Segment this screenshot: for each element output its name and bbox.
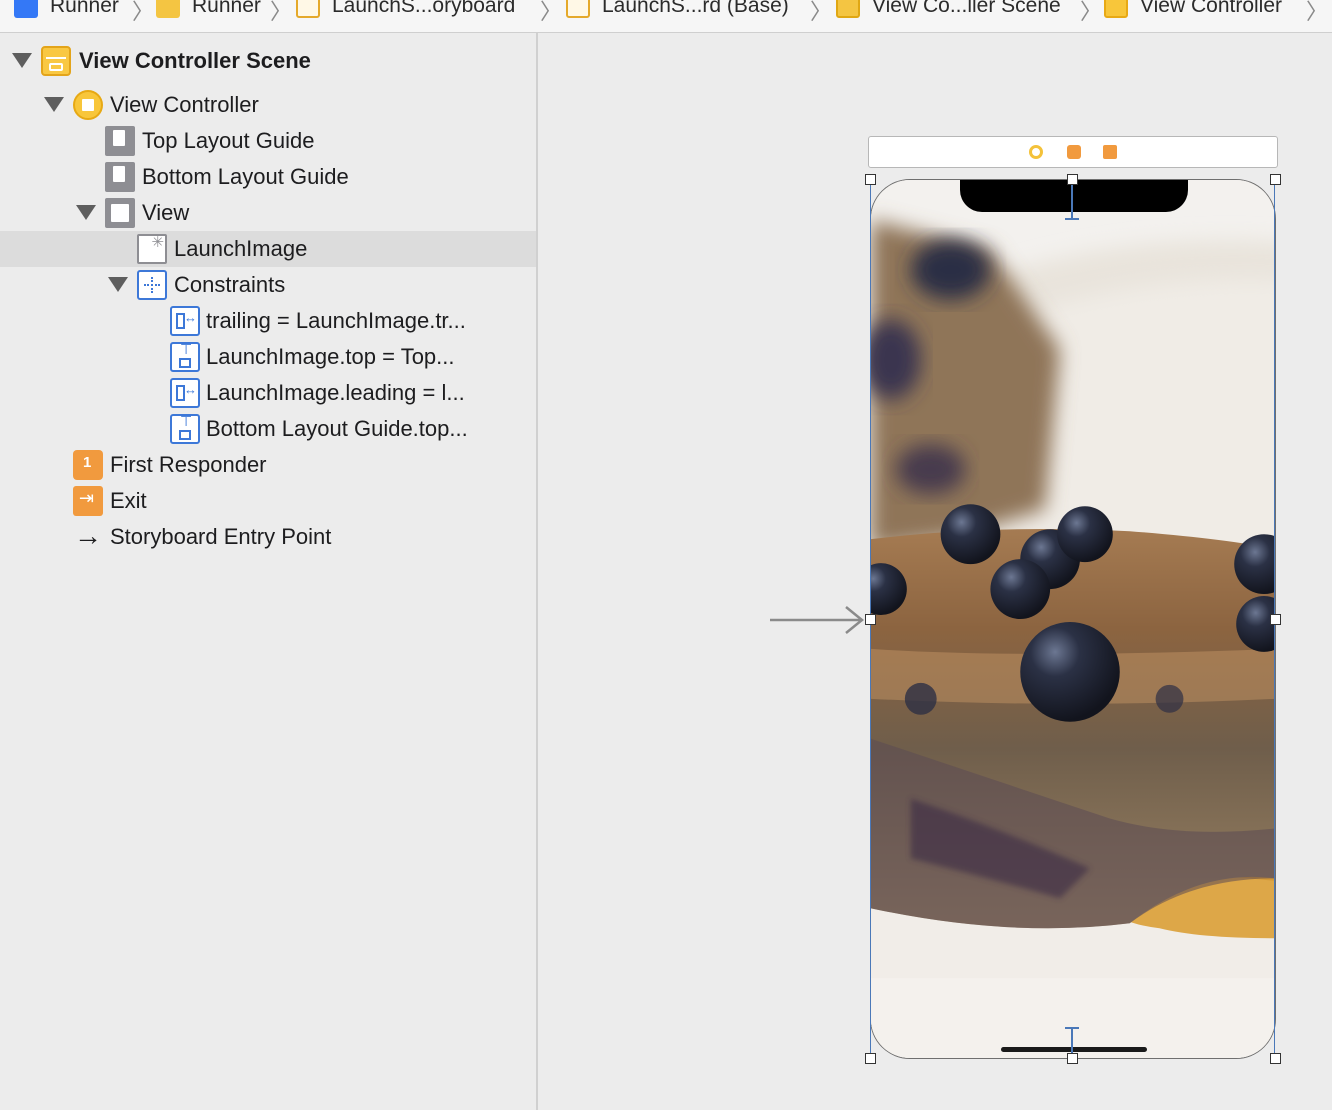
outline-item-constraint-leading[interactable]: LaunchImage.leading = l...: [0, 375, 536, 411]
layout-guide-icon: [105, 162, 135, 192]
top-constraint-cap: [1065, 218, 1079, 220]
outline-item-label: LaunchImage.leading = l...: [206, 380, 465, 405]
chevron-right-icon: 〉: [1080, 0, 1103, 24]
outline-item-label: View: [142, 200, 190, 225]
disclosure-triangle-icon[interactable]: [108, 277, 128, 292]
top-constraint-line[interactable]: [1071, 179, 1073, 219]
scene-icon: [836, 0, 860, 18]
storyboard-file-icon: [296, 0, 320, 18]
outline-item-top-layout-guide[interactable]: Top Layout Guide: [0, 123, 536, 159]
crumb-label: View Co...ller Scene: [872, 0, 1061, 17]
view-controller-icon: [73, 90, 103, 120]
jump-bar: Runner 〉 Runner 〉 LaunchS...oryboard 〉 L…: [0, 0, 1332, 33]
crumb-launchscreen-storyboard[interactable]: LaunchS...oryboard: [296, 0, 515, 22]
outline-item-view-controller-scene[interactable]: View Controller Scene: [0, 43, 536, 79]
view-controller-icon[interactable]: [1029, 145, 1043, 159]
outline-item-view-controller[interactable]: View Controller: [0, 87, 536, 123]
arrow-right-icon: →: [74, 520, 102, 551]
first-responder-icon: [73, 450, 103, 480]
launch-image[interactable]: [871, 180, 1275, 1058]
resize-handle-bottom[interactable]: [1067, 1053, 1078, 1064]
resize-handle-bottom-left[interactable]: [865, 1053, 876, 1064]
outline-item-label: View Controller Scene: [79, 48, 311, 73]
outline-item-label: LaunchImage: [174, 236, 308, 261]
outline-item-constraints[interactable]: Constraints: [0, 267, 536, 303]
outline-item-label: First Responder: [110, 452, 267, 477]
outline-item-bottom-layout-guide[interactable]: Bottom Layout Guide: [0, 159, 536, 195]
crumb-runner-project[interactable]: Runner: [14, 0, 119, 22]
storyboard-entry-arrow[interactable]: [770, 603, 865, 637]
outline-item-label: trailing = LaunchImage.tr...: [206, 308, 466, 333]
outline-item-label: Bottom Layout Guide.top...: [206, 416, 468, 441]
view-icon: [105, 198, 135, 228]
outline-item-label: Storyboard Entry Point: [110, 524, 332, 549]
chevron-right-icon: 〉: [132, 0, 155, 24]
crumb-label: LaunchS...oryboard: [332, 0, 516, 17]
chevron-right-icon: 〉: [270, 0, 293, 24]
outline-item-view[interactable]: View: [0, 195, 536, 231]
disclosure-triangle-icon[interactable]: [76, 205, 96, 220]
crumb-view-controller-scene[interactable]: View Co...ller Scene: [836, 0, 1061, 22]
chevron-right-icon: 〉: [1306, 0, 1329, 24]
view-controller-icon: [1104, 0, 1128, 18]
chevron-right-icon: 〉: [540, 0, 563, 24]
horizontal-constraint-icon: [170, 306, 200, 336]
resize-handle-left[interactable]: [865, 614, 876, 625]
horizontal-constraint-icon: [170, 378, 200, 408]
bottom-constraint-cap: [1065, 1027, 1079, 1029]
scene-icon: [41, 46, 71, 76]
outline-item-storyboard-entry-point[interactable]: → Storyboard Entry Point: [0, 519, 536, 555]
folder-icon: [156, 0, 180, 18]
disclosure-triangle-icon[interactable]: [12, 53, 32, 68]
vertical-constraint-icon: [170, 341, 200, 372]
exit-icon: [73, 486, 103, 516]
resize-handle-top-right[interactable]: [1270, 174, 1281, 185]
launch-screen-device[interactable]: [870, 179, 1276, 1059]
outline-item-first-responder[interactable]: First Responder: [0, 447, 536, 483]
crumb-label: Runner: [50, 0, 119, 17]
disclosure-triangle-icon[interactable]: [44, 97, 64, 112]
resize-handle-top[interactable]: [1067, 174, 1078, 185]
crumb-view-controller[interactable]: View Controller: [1104, 0, 1282, 22]
crumb-launchscreen-base[interactable]: LaunchS...rd (Base): [566, 0, 789, 22]
exit-icon[interactable]: [1103, 145, 1117, 159]
home-indicator: [1001, 1047, 1147, 1052]
resize-handle-bottom-right[interactable]: [1270, 1053, 1281, 1064]
outline-item-constraint-top[interactable]: LaunchImage.top = Top...: [0, 339, 536, 375]
outline-item-label: Bottom Layout Guide: [142, 164, 349, 189]
resize-handle-top-left[interactable]: [865, 174, 876, 185]
constraints-icon: [137, 270, 167, 300]
outline-item-label: Top Layout Guide: [142, 128, 315, 153]
image-view-icon: [137, 233, 167, 264]
crumb-label: Runner: [192, 0, 261, 17]
outline-item-label: Exit: [110, 488, 147, 513]
outline-item-label: LaunchImage.top = Top...: [206, 344, 455, 369]
outline-item-constraint-trailing[interactable]: trailing = LaunchImage.tr...: [0, 303, 536, 339]
first-responder-icon[interactable]: [1067, 145, 1081, 159]
crumb-runner-folder[interactable]: Runner: [156, 0, 261, 22]
outline-item-label: Constraints: [174, 272, 286, 297]
crumb-label: LaunchS...rd (Base): [602, 0, 789, 17]
storyboard-file-icon: [566, 0, 590, 18]
resize-handle-right[interactable]: [1270, 614, 1281, 625]
outline-item-launch-image[interactable]: LaunchImage: [0, 231, 536, 267]
scene-dock[interactable]: [868, 136, 1278, 168]
crumb-label: View Controller: [1140, 0, 1283, 17]
outline-item-exit[interactable]: Exit: [0, 483, 536, 519]
chevron-right-icon: 〉: [810, 0, 833, 24]
vertical-constraint-icon: [170, 413, 200, 444]
layout-guide-icon: [105, 126, 135, 156]
storyboard-canvas[interactable]: [538, 33, 1332, 1110]
xcode-app-icon: [14, 0, 38, 18]
document-outline: View Controller Scene View Controller To…: [0, 33, 538, 1110]
outline-item-constraint-bottom[interactable]: Bottom Layout Guide.top...: [0, 411, 536, 447]
outline-item-label: View Controller: [110, 92, 259, 117]
